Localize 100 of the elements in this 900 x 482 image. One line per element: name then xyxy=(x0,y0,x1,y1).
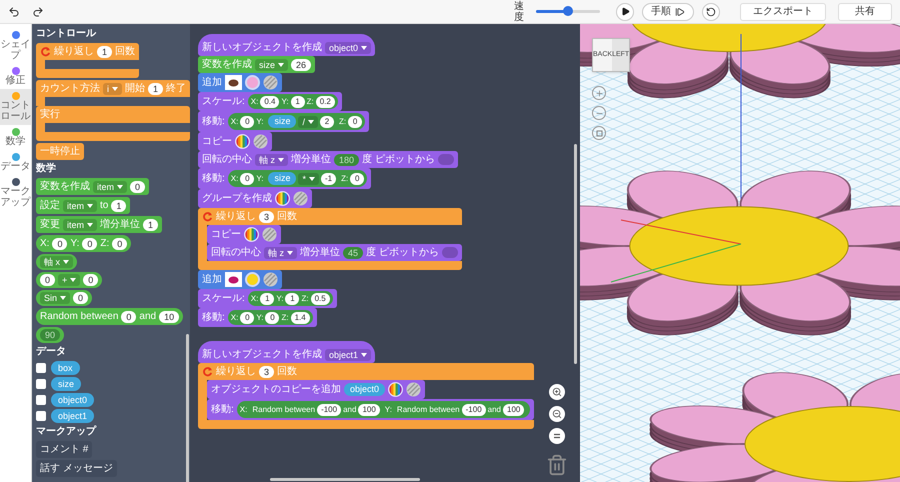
reporter-block[interactable]: Sin 0 xyxy=(36,290,92,306)
hatched-swatch-icon[interactable] xyxy=(293,191,308,206)
category-item[interactable]: マークアップ xyxy=(0,175,31,211)
code-block[interactable]: 移動: X: 0 Y: size * -1 Z: 0 xyxy=(198,168,372,189)
number-input[interactable]: 0 xyxy=(112,238,128,250)
code-block[interactable]: 変数を作成 item 0 xyxy=(36,178,150,195)
code-block[interactable]: 変数を作成 size 26 xyxy=(198,56,316,73)
number-input[interactable]: 0 xyxy=(240,172,254,184)
value-block[interactable]: X: 0 Y: size / 2 Z: 0 xyxy=(228,113,366,130)
checkbox[interactable] xyxy=(36,379,46,389)
number-input[interactable]: 100 xyxy=(503,404,524,416)
number-input[interactable]: 1 xyxy=(260,292,274,304)
value-block[interactable]: X: 0.4 Y: 1 Z: 0.2 xyxy=(248,94,338,109)
number-input[interactable]: 0 xyxy=(73,292,88,304)
code-block[interactable]: 話す メッセージ xyxy=(36,460,117,477)
number-input[interactable]: 1 xyxy=(285,292,300,304)
dropdown[interactable]: 軸 z xyxy=(264,246,298,258)
category-item[interactable]: コントロール xyxy=(0,89,31,125)
play-button[interactable] xyxy=(616,2,634,20)
rainbow-swatch-icon[interactable] xyxy=(244,227,259,242)
number-input[interactable]: 0 xyxy=(121,310,136,322)
hatched-swatch-icon[interactable] xyxy=(263,75,278,90)
code-block[interactable]: 追加 xyxy=(198,73,282,92)
number-input[interactable]: 0 xyxy=(265,312,280,324)
value-block[interactable]: size / 2 xyxy=(265,114,337,129)
number-input[interactable]: 2 xyxy=(320,116,334,128)
code-block[interactable]: カウント方法 i 開始 1 終了 xyxy=(36,80,190,97)
number-input[interactable]: 26 xyxy=(291,58,312,70)
code-block[interactable]: スケール: X: 0.4 Y: 1 Z: 0.2 xyxy=(198,92,342,111)
number-input[interactable]: 0 xyxy=(83,274,98,286)
number-input[interactable]: -1 xyxy=(321,172,336,184)
hatched-swatch-icon[interactable] xyxy=(262,227,277,242)
category-item[interactable]: データ xyxy=(0,150,31,175)
code-block[interactable]: 追加 xyxy=(198,270,282,289)
code-block[interactable]: 移動: X: 0 Y: 0 Z: 1.4 xyxy=(198,308,317,327)
number-input[interactable]: 0 xyxy=(82,238,98,250)
reset-button[interactable] xyxy=(702,2,720,20)
category-item[interactable]: シェイプ xyxy=(0,28,31,64)
code-block[interactable]: 繰り返し 3 回数 xyxy=(198,208,462,225)
code-block[interactable]: 設定 item to 1 xyxy=(36,197,130,214)
number-input[interactable]: 0 xyxy=(40,274,56,286)
value-block[interactable]: X: 0 Y: size * -1 Z: 0 xyxy=(228,170,368,187)
number-input[interactable]: 0 xyxy=(348,116,362,128)
zoom-out-button[interactable] xyxy=(549,406,565,422)
checkbox[interactable] xyxy=(36,411,46,421)
dropdown[interactable]: object1 xyxy=(325,348,372,360)
hatched-swatch-icon[interactable] xyxy=(253,134,268,149)
number-input[interactable]: 3 xyxy=(259,366,274,378)
share-button[interactable]: 共有 xyxy=(838,2,892,20)
code-block[interactable]: 繰り返し 3 回数 xyxy=(198,363,534,380)
checkbox[interactable] xyxy=(36,363,46,373)
code-block[interactable]: コメント # xyxy=(36,441,92,458)
reporter-block[interactable]: 0 + 0 xyxy=(36,272,102,288)
export-button[interactable]: エクスポート xyxy=(740,2,826,20)
scrollbar[interactable] xyxy=(186,334,189,482)
number-input[interactable]: 0 xyxy=(240,312,254,324)
step-button[interactable]: 手順 xyxy=(642,2,694,20)
hat-block[interactable]: 新しいオブジェクトを作成 object0 xyxy=(198,34,376,56)
dropdown[interactable]: 軸 z xyxy=(255,154,288,166)
number-input[interactable]: 0 xyxy=(130,180,146,192)
color-swatch[interactable] xyxy=(245,272,260,287)
scrollbar[interactable] xyxy=(270,478,420,481)
value-block[interactable]: X: 1 Y: 1 Z: 0.5 xyxy=(248,291,333,306)
category-item[interactable]: 数学 xyxy=(0,125,31,150)
code-block[interactable]: オブジェクトのコピーを追加 object0 xyxy=(207,380,426,399)
color-swatch[interactable] xyxy=(245,75,260,90)
number-input[interactable]: 1 xyxy=(143,218,158,230)
hatched-swatch-icon[interactable] xyxy=(406,382,422,397)
rainbow-swatch-icon[interactable] xyxy=(235,134,250,149)
number-input[interactable]: -100 xyxy=(317,404,342,416)
code-block[interactable]: 変更 item 増分単位 1 xyxy=(36,216,162,233)
trash-icon[interactable] xyxy=(546,454,568,476)
number-input[interactable]: 0.5 xyxy=(310,292,330,304)
slider-thumb[interactable] xyxy=(563,6,573,16)
number-input[interactable]: 1.4 xyxy=(290,312,310,324)
category-item[interactable]: 修正 xyxy=(0,64,31,89)
reporter-block[interactable]: X: 0 Y: 0 Z: 0 xyxy=(36,235,132,252)
scrollbar[interactable] xyxy=(574,144,577,364)
reset-zoom-button[interactable] xyxy=(549,428,565,444)
number-input[interactable]: 1 xyxy=(97,46,112,58)
code-block[interactable]: コピー xyxy=(198,132,272,151)
number-input[interactable]: 0 xyxy=(350,172,364,184)
value-block[interactable]: X: 0 Y: 0 Z: 1.4 xyxy=(228,310,313,325)
number-input[interactable]: 0 xyxy=(240,116,254,128)
checkbox[interactable] xyxy=(36,395,46,405)
shape-thumbnail[interactable] xyxy=(225,272,242,287)
number-input[interactable]: 1 xyxy=(290,96,305,108)
number-input[interactable]: 10 xyxy=(159,310,180,322)
zoom-in-button[interactable] xyxy=(549,384,565,400)
number-input[interactable]: 0 xyxy=(52,238,68,250)
hat-block[interactable]: 新しいオブジェクトを作成 object1 xyxy=(198,341,376,363)
rainbow-swatch-icon[interactable] xyxy=(388,382,404,397)
undo-icon[interactable] xyxy=(8,6,20,18)
code-block[interactable]: 移動: X: 0 Y: size / 2 Z: 0 xyxy=(198,111,370,132)
number-input[interactable]: 1 xyxy=(148,82,164,94)
number-input[interactable]: 100 xyxy=(358,404,380,416)
code-block[interactable]: コピー xyxy=(207,225,281,244)
code-block[interactable]: 繰り返し 1 回数 xyxy=(36,43,140,60)
code-block[interactable]: グループを作成 xyxy=(198,189,312,208)
dropdown[interactable]: * xyxy=(298,172,319,184)
